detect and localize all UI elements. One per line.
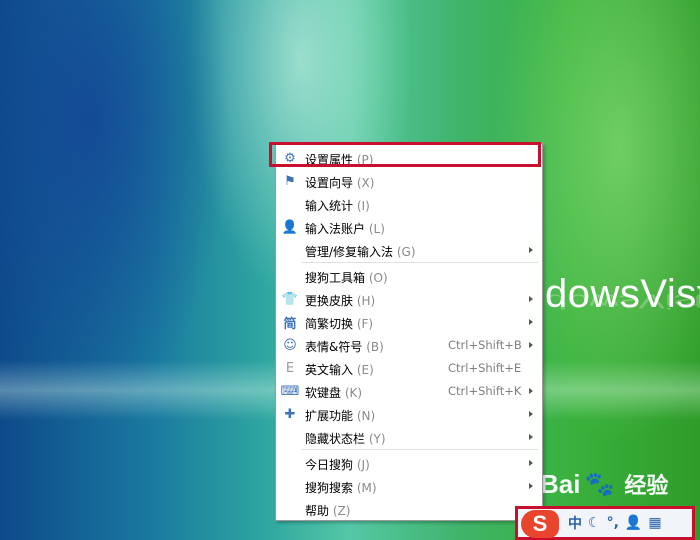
menu-item-accelerator: (F) bbox=[356, 317, 374, 331]
menu-item-accelerator: (I) bbox=[356, 199, 370, 213]
menu-item-accelerator: (X) bbox=[356, 176, 375, 190]
menu-item[interactable]: 输入统计 (I) bbox=[276, 193, 542, 216]
submenu-arrow-icon bbox=[529, 460, 533, 466]
context-menu: ⚙ 设置属性 (P) ⚑ 设置向导 (X) 输入统计 (I) 👤 输入法账户 (L) 管理/修… bbox=[275, 143, 543, 521]
menu-item-shortcut: Ctrl+Shift+E bbox=[448, 361, 522, 375]
keyboard-icon: ⌨ bbox=[280, 383, 300, 399]
submenu-arrow-icon bbox=[529, 388, 533, 394]
baidu-jingyan-text: 经验 bbox=[624, 474, 669, 499]
menu-item-label: 隐藏状态栏 (Y) bbox=[305, 430, 386, 447]
highlight-box-settings bbox=[269, 142, 541, 167]
submenu-arrow-icon bbox=[529, 342, 533, 348]
menu-item[interactable]: 管理/修复输入法 (G) bbox=[276, 239, 542, 262]
menu-item-text: 设置向导 bbox=[305, 176, 354, 190]
menu-item-text: 简繁切换 bbox=[305, 317, 354, 331]
menu-item[interactable]: 搜狗工具箱 (O) bbox=[276, 265, 542, 288]
menu-item-label: 简繁切换 (F) bbox=[305, 315, 373, 332]
menu-item-text: 帮助 bbox=[305, 504, 330, 518]
submenu-arrow-icon bbox=[529, 296, 533, 302]
menu-item-accelerator: (B) bbox=[366, 340, 384, 354]
menu-item-label: 扩展功能 (N) bbox=[305, 407, 375, 424]
menu-item[interactable]: 搜狗搜索 (M) bbox=[276, 475, 542, 498]
menu-item-text: 软键盘 bbox=[305, 386, 342, 400]
smiley-icon: ☺ bbox=[283, 337, 297, 353]
shirt-icon: 👕 bbox=[281, 291, 299, 307]
paw-icon: 🐾 bbox=[584, 470, 615, 498]
menu-item-label: 更换皮肤 (H) bbox=[305, 292, 375, 309]
menu-item-text: 今日搜狗 bbox=[305, 458, 354, 472]
menu-item-accelerator: (M) bbox=[356, 481, 377, 495]
moon-icon[interactable]: ☾ bbox=[588, 515, 601, 531]
menu-item-text: 英文输入 bbox=[305, 363, 354, 377]
menu-item-text: 更换皮肤 bbox=[305, 294, 354, 308]
punctuation-icon[interactable]: °, bbox=[607, 515, 619, 531]
menu-item-shortcut: Ctrl+Shift+K bbox=[448, 384, 522, 398]
grid-icon[interactable]: ▦ bbox=[648, 515, 661, 531]
status-bar-icons: 中 ☾ °, 👤 ▦ bbox=[568, 512, 662, 534]
menu-item-label: 搜狗工具箱 (O) bbox=[305, 269, 388, 286]
menu-item-shortcut: Ctrl+Shift+B bbox=[448, 338, 522, 352]
menu-item-label: 管理/修复输入法 (G) bbox=[305, 243, 416, 260]
menu-item-accelerator: (E) bbox=[356, 363, 374, 377]
menu-item[interactable]: 帮助 (Z) bbox=[276, 498, 542, 521]
menu-item-label: 搜狗搜索 (M) bbox=[305, 479, 377, 496]
menu-item[interactable]: ☺ 表情&符号 (B) Ctrl+Shift+B bbox=[276, 334, 542, 357]
menu-item-text: 输入统计 bbox=[305, 199, 354, 213]
menu-item[interactable]: 简简繁切换 (F) bbox=[276, 311, 542, 334]
menu-separator bbox=[302, 449, 538, 450]
menu-item-accelerator: (N) bbox=[356, 409, 376, 423]
menu-item-label: 今日搜狗 (J) bbox=[305, 456, 370, 473]
menu-item-text: 扩展功能 bbox=[305, 409, 354, 423]
menu-item-label: 输入统计 (I) bbox=[305, 197, 370, 214]
menu-item-accelerator: (G) bbox=[396, 245, 416, 259]
menu-item-label: 表情&符号 (B) bbox=[305, 338, 384, 355]
menu-item-label: 软键盘 (K) bbox=[305, 384, 362, 401]
menu-item-accelerator: (Z) bbox=[332, 504, 351, 518]
menu-item-label: 输入法账户 (L) bbox=[305, 220, 385, 237]
menu-item-accelerator: (O) bbox=[368, 271, 388, 285]
flag-icon: ⚑ bbox=[284, 173, 296, 189]
letter-e-icon: E bbox=[285, 360, 295, 376]
menu-item-accelerator: (L) bbox=[368, 222, 385, 236]
menu-item-label: 英文输入 (E) bbox=[305, 361, 374, 378]
menu-item-text: 输入法账户 bbox=[305, 222, 366, 236]
baidu-brand-text: Bai bbox=[540, 468, 581, 499]
jian-icon: 简 bbox=[283, 316, 297, 332]
menu-item-text: 隐藏状态栏 bbox=[305, 432, 366, 446]
menu-separator bbox=[302, 262, 538, 263]
sogou-logo-icon[interactable]: S bbox=[521, 510, 559, 538]
menu-item-accelerator: (H) bbox=[356, 294, 376, 308]
menu-item[interactable]: 👕 更换皮肤 (H) bbox=[276, 288, 542, 311]
menu-item-accelerator: (K) bbox=[344, 386, 363, 400]
user-icon: 👤 bbox=[281, 219, 299, 235]
menu-item-accelerator: (J) bbox=[356, 458, 370, 472]
menu-item-label: 帮助 (Z) bbox=[305, 502, 350, 519]
puzzle-icon: ✚ bbox=[284, 406, 296, 422]
menu-item[interactable]: 今日搜狗 (J) bbox=[276, 452, 542, 475]
menu-item[interactable]: ⚑ 设置向导 (X) bbox=[276, 170, 542, 193]
menu-item-text: 表情&符号 bbox=[305, 340, 363, 354]
submenu-arrow-icon bbox=[529, 247, 533, 253]
baidu-watermark: Bai 🐾 经验 bbox=[540, 468, 668, 500]
menu-item[interactable]: E 英文输入 (E) Ctrl+Shift+E bbox=[276, 357, 542, 380]
chinese-mode-icon[interactable]: 中 bbox=[568, 513, 582, 533]
submenu-arrow-icon bbox=[529, 483, 533, 489]
wallpaper-vista-reflection: dowsVist bbox=[545, 290, 700, 312]
submenu-arrow-icon bbox=[529, 434, 533, 440]
menu-item[interactable]: 隐藏状态栏 (Y) bbox=[276, 426, 542, 449]
menu-item[interactable]: 👤 输入法账户 (L) bbox=[276, 216, 542, 239]
submenu-arrow-icon bbox=[529, 411, 533, 417]
menu-item-text: 搜狗搜索 bbox=[305, 481, 354, 495]
submenu-arrow-icon bbox=[529, 319, 533, 325]
menu-item[interactable]: ⌨ 软键盘 (K) Ctrl+Shift+K bbox=[276, 380, 542, 403]
menu-item-text: 搜狗工具箱 bbox=[305, 271, 366, 285]
user-icon[interactable]: 👤 bbox=[625, 515, 642, 531]
menu-item-text: 管理/修复输入法 bbox=[305, 245, 394, 259]
menu-item-accelerator: (Y) bbox=[368, 432, 386, 446]
menu-item-label: 设置向导 (X) bbox=[305, 174, 374, 191]
menu-item[interactable]: ✚ 扩展功能 (N) bbox=[276, 403, 542, 426]
